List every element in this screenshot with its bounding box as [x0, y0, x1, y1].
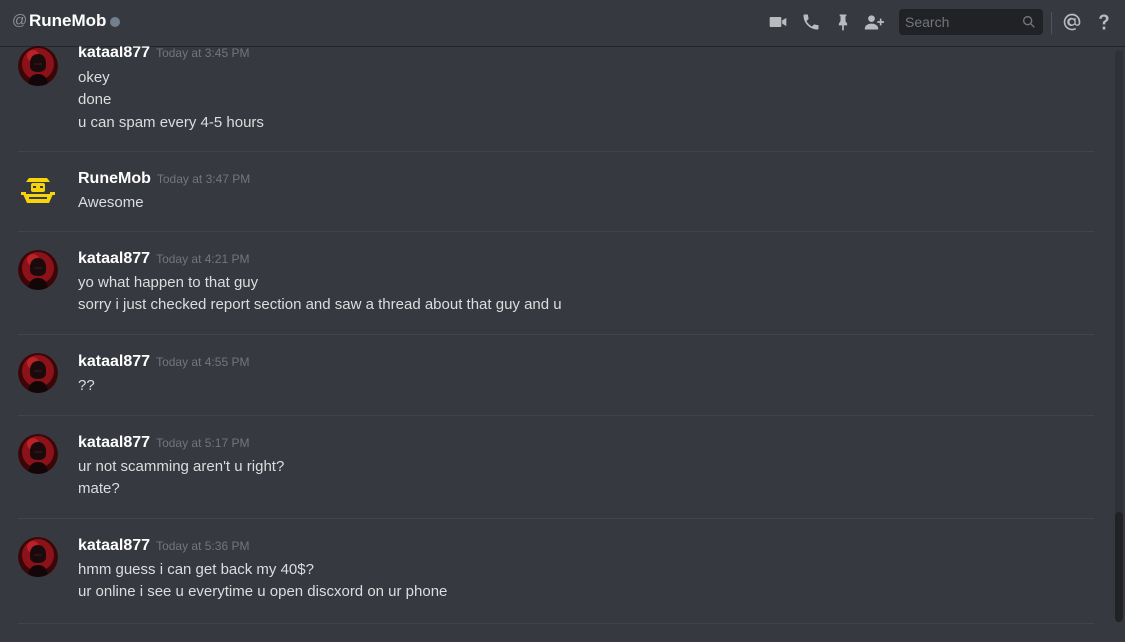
avatar-kataal877[interactable] [18, 434, 58, 474]
message-header: kataal877 Today at 5:17 PM [78, 434, 249, 452]
message-text: sorry i just checked report section and … [78, 296, 562, 313]
message-text: ?? [78, 377, 95, 394]
message-header: RuneMob Today at 3:47 PM [78, 170, 250, 188]
message-header: kataal877 Today at 5:36 PM [78, 537, 249, 555]
message-header: kataal877 Today at 3:45 PM [78, 46, 249, 62]
avatar-kataal877[interactable] [18, 46, 58, 86]
message-divider [18, 231, 1094, 232]
author-name[interactable]: kataal877 [78, 353, 150, 370]
author-name[interactable]: kataal877 [78, 46, 150, 61]
at-icon: @ [12, 12, 28, 29]
help-icon[interactable] [1093, 11, 1115, 33]
message-timestamp: Today at 4:55 PM [156, 355, 250, 369]
message-text: hmm guess i can get back my 40$? [78, 561, 314, 578]
author-name[interactable]: kataal877 [78, 537, 150, 554]
message-text: mate? [78, 480, 120, 497]
message-text: done [78, 91, 112, 108]
phone-icon[interactable] [800, 11, 822, 33]
message-timestamp: Today at 4:21 PM [156, 252, 250, 266]
message-divider [18, 334, 1094, 335]
scrollbar-thumb[interactable] [1115, 512, 1123, 622]
avatar-runemob[interactable] [18, 170, 58, 210]
avatar-kataal877[interactable] [18, 353, 58, 393]
search-icon[interactable] [1021, 14, 1037, 30]
message-text: ur not scamming aren't u right? [78, 458, 285, 475]
author-name[interactable]: kataal877 [78, 250, 150, 267]
channel-header: @ RuneMob [0, 0, 1125, 46]
message-timestamp: Today at 3:47 PM [156, 172, 251, 186]
message-list: kataal877 Today at 3:45 PM okey done u ca… [0, 46, 1112, 642]
message-header: kataal877 Today at 4:21 PM [78, 250, 249, 268]
add-member-icon[interactable] [863, 11, 885, 33]
message-divider [18, 415, 1094, 416]
message-text: Awesome [78, 194, 144, 211]
message-text: u can spam every 4-5 hours [78, 114, 264, 131]
message-divider [18, 518, 1094, 519]
message-text: okey [78, 69, 110, 86]
message-text: yo what happen to that guy [78, 274, 259, 291]
message-timestamp: Today at 3:45 PM [156, 46, 250, 60]
mention-icon[interactable] [1061, 11, 1083, 33]
message-text: ur online i see u everytime u open discx… [78, 583, 448, 600]
avatar-kataal877[interactable] [18, 250, 58, 290]
message-divider [18, 623, 1094, 624]
header-divider [1051, 12, 1052, 34]
message-timestamp: Today at 5:36 PM [156, 539, 250, 553]
avatar-kataal877[interactable] [18, 537, 58, 577]
author-name[interactable]: kataal877 [78, 434, 150, 451]
dm-recipient-name[interactable]: RuneMob [29, 11, 106, 31]
message-divider [18, 151, 1094, 152]
message-header: kataal877 Today at 4:55 PM [78, 353, 249, 371]
author-name[interactable]: RuneMob [78, 170, 151, 187]
video-icon[interactable] [767, 11, 789, 33]
search-input[interactable] [899, 9, 1019, 35]
search-box[interactable] [899, 9, 1043, 35]
status-indicator [110, 17, 120, 27]
pin-icon[interactable] [832, 11, 854, 33]
message-timestamp: Today at 5:17 PM [156, 436, 250, 450]
